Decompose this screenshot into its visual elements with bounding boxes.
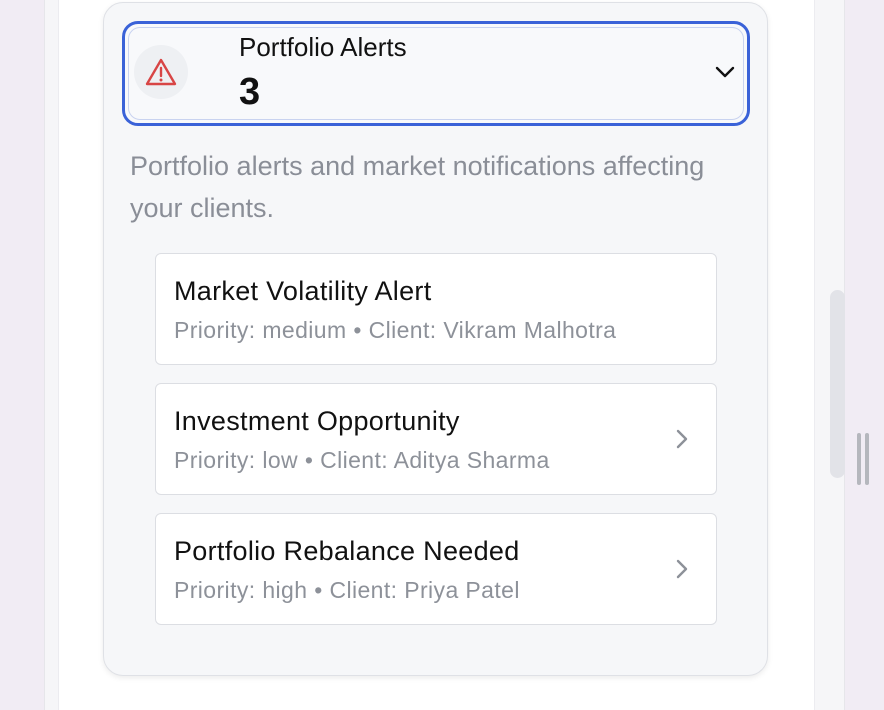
focus-ring	[128, 27, 744, 120]
chevron-down-icon	[715, 66, 735, 78]
alert-item-market-volatility[interactable]: Market Volatility Alert Priority: medium…	[155, 253, 717, 365]
alert-meta: Priority: high • Client: Priya Patel	[174, 577, 520, 603]
alert-count: 3	[239, 71, 261, 113]
alert-item-portfolio-rebalance[interactable]: Portfolio Rebalance Needed Priority: hig…	[155, 513, 717, 625]
alert-meta: Priority: low • Client: Aditya Sharma	[174, 447, 550, 473]
portfolio-alerts-toggle[interactable]: Portfolio Alerts 3	[122, 21, 750, 126]
warning-triangle-icon	[145, 58, 177, 86]
alert-title: Investment Opportunity	[174, 406, 460, 436]
alert-title: Portfolio Rebalance Needed	[174, 536, 520, 566]
alert-meta: Priority: medium • Client: Vikram Malhot…	[174, 317, 617, 343]
panel-title: Portfolio Alerts	[239, 32, 407, 62]
resize-handle[interactable]	[855, 433, 871, 485]
chevron-right-icon	[676, 429, 688, 449]
alert-item-investment-opportunity[interactable]: Investment Opportunity Priority: low • C…	[155, 383, 717, 495]
warning-icon-badge	[134, 45, 188, 99]
panel-description: Portfolio alerts and market notification…	[130, 151, 705, 223]
chevron-right-icon	[676, 559, 688, 579]
alert-title: Market Volatility Alert	[174, 276, 432, 306]
scrollbar[interactable]	[830, 290, 845, 478]
